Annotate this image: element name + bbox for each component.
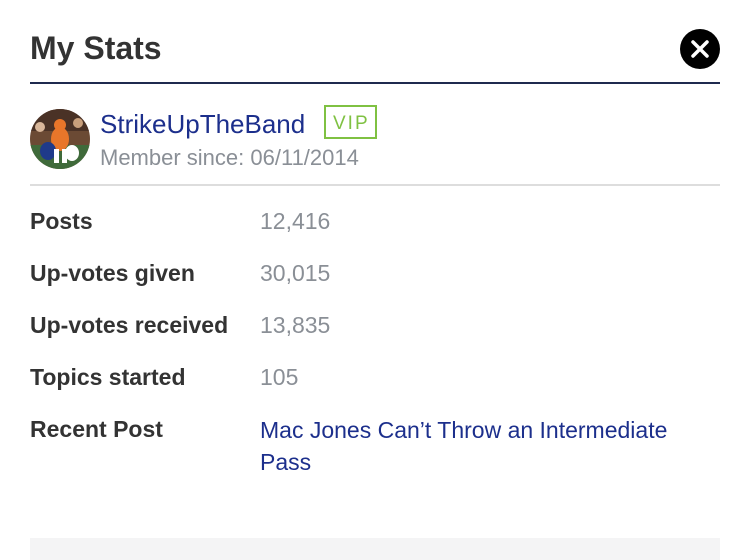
stat-row-recent-post: Recent Post Mac Jones Can’t Throw an Int… [30, 410, 720, 475]
panel-header: My Stats [30, 22, 720, 84]
vip-badge: VIP [324, 105, 377, 139]
username-link[interactable]: StrikeUpTheBand [100, 108, 305, 140]
footer-bar [30, 538, 720, 560]
stat-label: Topics started [30, 364, 186, 390]
stat-row-upvotes-given: Up-votes given 30,015 [30, 254, 720, 306]
stat-label: Recent Post [30, 416, 163, 442]
member-since: Member since: 06/11/2014 [100, 145, 359, 170]
profile-section: StrikeUpTheBand VIP Member since: 06/11/… [30, 102, 720, 186]
avatar[interactable] [30, 109, 90, 169]
avatar-image [30, 109, 90, 169]
stat-row-topics-started: Topics started 105 [30, 358, 720, 410]
my-stats-panel: My Stats StrikeUpTheBand VIP Member sinc… [0, 0, 750, 560]
close-icon [691, 40, 709, 58]
stat-value: 105 [260, 364, 299, 390]
close-button[interactable] [680, 29, 720, 69]
stat-row-upvotes-received: Up-votes received 13,835 [30, 306, 720, 358]
stat-label: Up-votes received [30, 312, 229, 338]
stats-list: Posts 12,416 Up-votes given 30,015 Up-vo… [30, 202, 720, 475]
stat-value: 13,835 [260, 312, 331, 338]
stat-value: 12,416 [260, 208, 331, 234]
stat-label: Up-votes given [30, 260, 195, 286]
stat-label: Posts [30, 208, 93, 234]
recent-post-link[interactable]: Mac Jones Can’t Throw an Intermediate Pa… [260, 414, 720, 478]
page-title: My Stats [30, 30, 162, 66]
stat-value: 30,015 [260, 260, 331, 286]
stat-row-posts: Posts 12,416 [30, 202, 720, 254]
